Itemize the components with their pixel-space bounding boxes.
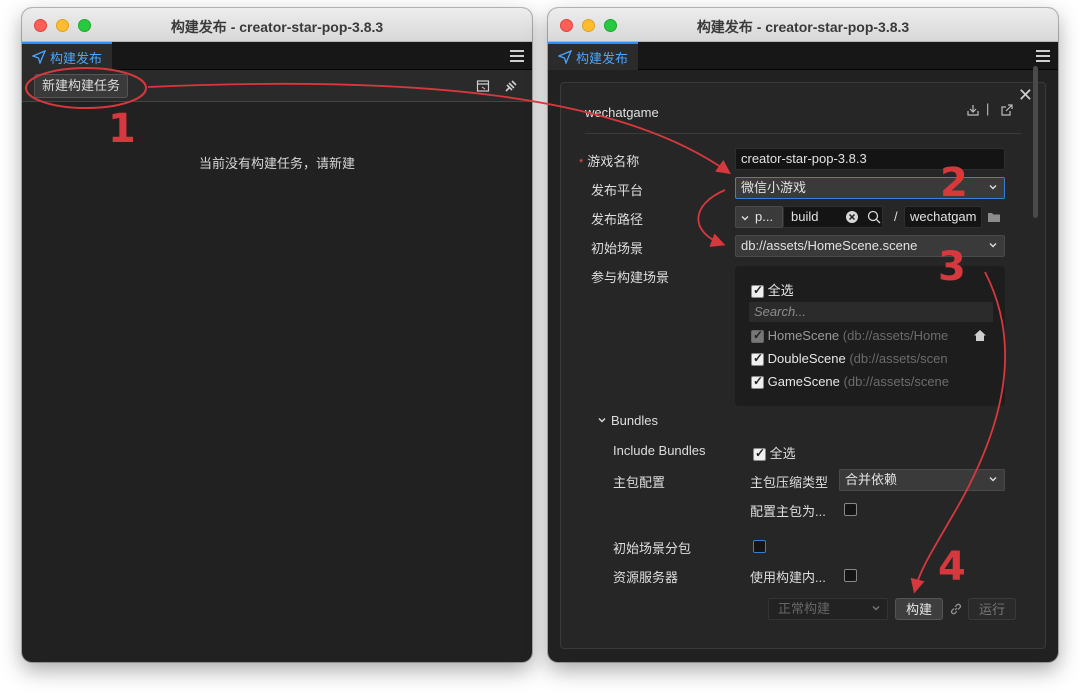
path-prefix: p... [755, 209, 774, 224]
scene-item[interactable]: DoubleScene (db://assets/scen [751, 351, 948, 367]
config-main-checkbox[interactable] [844, 503, 857, 516]
path-separator: / [894, 209, 898, 224]
build-mode-value: 正常构建 [778, 601, 831, 616]
link-icon[interactable] [949, 602, 963, 616]
path-type-select[interactable]: p... [735, 206, 783, 228]
window-title: 构建发布 - creator-star-pop-3.8.3 [170, 19, 384, 35]
left-titlebar: 构建发布 - creator-star-pop-3.8.3 [22, 8, 532, 42]
scene-search-input[interactable]: Search... [749, 302, 993, 322]
send-icon [32, 50, 46, 64]
right-build-window: 构建发布 - creator-star-pop-3.8.3 构建发布 ✕ wec… [548, 8, 1058, 662]
clear-icon[interactable] [845, 210, 859, 224]
checkbox[interactable] [751, 374, 764, 390]
folder-icon[interactable] [987, 211, 1002, 223]
empty-message: 当前没有构建任务，请新建 [198, 156, 355, 171]
scene-item[interactable]: HomeScene (db://assets/Home [751, 328, 948, 344]
select-all-scenes[interactable]: 全选 [751, 280, 794, 299]
annotation-3: 3 [938, 244, 966, 290]
chevron-down-icon [989, 477, 997, 482]
include-bundles-label: Include Bundles [613, 443, 706, 458]
right-tabbar: 构建发布 [548, 42, 1058, 70]
left-build-window: 构建发布 - creator-star-pop-3.8.3 构建发布 新建构建任… [22, 8, 532, 662]
import-icon[interactable] [966, 103, 980, 117]
compress-type-select[interactable]: 合并依赖 [839, 469, 1005, 491]
menu-icon[interactable] [1036, 50, 1050, 62]
checkbox[interactable] [753, 446, 766, 462]
path-dir-value: build [791, 209, 819, 224]
divider [585, 133, 1021, 134]
menu-icon[interactable] [510, 50, 524, 62]
run-button[interactable]: 运行 [968, 598, 1016, 620]
chevron-down-icon [598, 418, 606, 423]
annotation-1: 1 [108, 106, 136, 152]
scrollbar[interactable] [1033, 66, 1038, 218]
tab-build-publish[interactable]: 构建发布 [22, 42, 113, 70]
left-tabbar: 构建发布 [22, 42, 532, 70]
build-settings-panel: ✕ wechatgame | * 游戏名称 creator-star-pop-3.… [560, 82, 1046, 649]
build-list-icon[interactable] [476, 79, 490, 93]
tab-label: 构建发布 [50, 50, 103, 66]
build-mode-select[interactable]: 正常构建 [768, 598, 888, 620]
platform-title: wechatgame [585, 105, 659, 120]
search-icon[interactable] [867, 210, 881, 224]
include-bundles-checkbox[interactable]: 全选 [753, 443, 796, 462]
platform-value: 微信小游戏 [741, 180, 807, 195]
path-label: 发布路径 [591, 212, 644, 227]
compress-type-value: 合并依赖 [845, 472, 898, 487]
bundles-header[interactable]: Bundles [597, 413, 658, 428]
chevron-down-icon [989, 185, 997, 190]
checkbox[interactable] [751, 351, 764, 367]
separator-glyph: | [986, 101, 990, 116]
scenes-label: 参与构建场景 [591, 270, 670, 285]
chevron-down-icon [989, 243, 997, 248]
send-icon [558, 50, 572, 64]
tab-build-publish[interactable]: 构建发布 [548, 42, 639, 70]
config-main-label: 配置主包为... [750, 504, 826, 519]
window-title: 构建发布 - creator-star-pop-3.8.3 [696, 19, 910, 35]
compress-type-label: 主包压缩类型 [750, 475, 829, 490]
right-titlebar: 构建发布 - creator-star-pop-3.8.3 [548, 8, 1058, 42]
checkbox[interactable] [751, 328, 764, 344]
scene-item[interactable]: GameScene (db://assets/scene [751, 374, 949, 390]
start-subpack-checkbox[interactable] [753, 540, 766, 553]
home-icon [974, 330, 986, 341]
chevron-down-icon [741, 216, 749, 221]
chevron-down-icon [872, 606, 880, 611]
use-build-checkbox[interactable] [844, 569, 857, 582]
path-name-input[interactable]: wechatgam [904, 206, 982, 228]
platform-label: 发布平台 [591, 183, 644, 198]
build-button[interactable]: 构建 [895, 598, 943, 620]
left-toolbar: 新建构建任务 [22, 70, 532, 102]
start-subpack-label: 初始场景分包 [613, 541, 692, 556]
start-scene-label: 初始场景 [591, 241, 644, 256]
annotation-4: 4 [938, 544, 966, 590]
game-name-label: * 游戏名称 [579, 154, 640, 169]
checkbox[interactable] [751, 283, 764, 299]
new-build-task-button[interactable]: 新建构建任务 [34, 74, 129, 98]
use-build-label: 使用构建内... [750, 570, 826, 585]
tab-label: 构建发布 [576, 50, 629, 66]
main-config-label: 主包配置 [613, 475, 666, 490]
close-icon[interactable]: ✕ [1018, 85, 1033, 106]
export-icon[interactable] [1000, 103, 1014, 117]
annotation-2: 2 [940, 160, 968, 206]
start-scene-value: db://assets/HomeScene.scene [741, 238, 918, 253]
satellite-icon[interactable] [504, 79, 518, 93]
res-server-label: 资源服务器 [613, 570, 679, 585]
